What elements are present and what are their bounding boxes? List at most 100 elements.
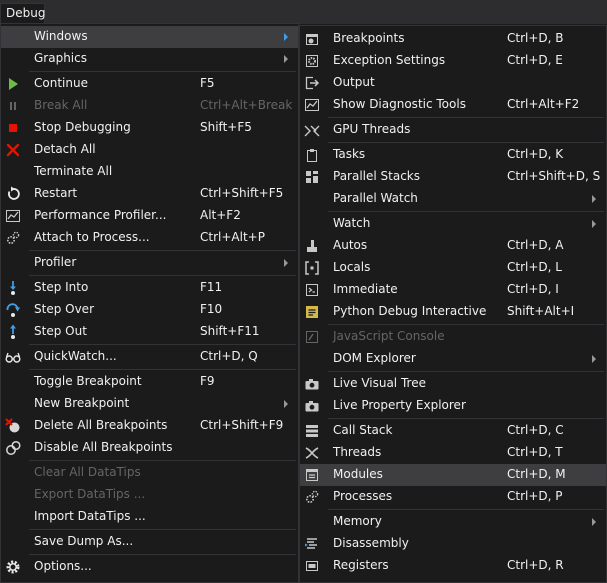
menu-item-processes[interactable]: Processes Ctrl+D, P	[300, 486, 606, 508]
menu-item-delete-all-breakpoints[interactable]: Delete All Breakpoints Ctrl+Shift+F9	[1, 415, 298, 437]
menu-item-parallel-stacks[interactable]: Parallel Stacks Ctrl+Shift+D, S	[300, 166, 606, 188]
menu-item-graphics[interactable]: Graphics	[1, 48, 298, 70]
menu-item-label: Step Over	[34, 302, 94, 316]
locals-icon	[304, 260, 320, 276]
menu-item-tasks[interactable]: Tasks Ctrl+D, K	[300, 144, 606, 166]
menu-item-export-datatips[interactable]: Export DataTips ...	[1, 484, 298, 506]
menu-item-label: Live Property Explorer	[333, 398, 466, 412]
shortcut-label: Ctrl+D, T	[507, 445, 563, 459]
output-icon	[304, 75, 320, 91]
menu-item-label: Output	[333, 75, 375, 89]
camera-icon	[304, 398, 320, 414]
menu-separator	[29, 369, 296, 370]
menu-item-memory[interactable]: Memory	[300, 511, 606, 533]
menu-item-breakpoints[interactable]: Breakpoints Ctrl+D, B	[300, 28, 606, 50]
menu-item-quickwatch[interactable]: QuickWatch... Ctrl+D, Q	[1, 346, 298, 368]
menu-item-threads[interactable]: Threads Ctrl+D, T	[300, 442, 606, 464]
call-stack-icon	[304, 423, 320, 439]
menu-item-step-into[interactable]: Step Into F11	[1, 277, 298, 299]
menu-separator	[29, 250, 296, 251]
debug-menu: Windows Graphics Continue F5 Break All C…	[0, 23, 299, 583]
attach-gears-icon	[5, 230, 21, 246]
menu-item-javascript-console[interactable]: JavaScript Console	[300, 326, 606, 348]
menu-item-label: Exception Settings	[333, 53, 446, 67]
menu-item-import-datatips[interactable]: Import DataTips ...	[1, 506, 298, 528]
menu-item-label: Delete All Breakpoints	[34, 418, 168, 432]
shortcut-label: Ctrl+Shift+D, S	[507, 169, 601, 183]
shortcut-label: Shift+F5	[200, 120, 252, 134]
menu-item-label: Break All	[34, 98, 88, 112]
menu-item-profiler[interactable]: Profiler	[1, 252, 298, 274]
submenu-arrow-icon	[592, 518, 596, 526]
menu-item-new-breakpoint[interactable]: New Breakpoint	[1, 393, 298, 415]
menu-item-label: Call Stack	[333, 423, 393, 437]
menu-item-label: Step Into	[34, 280, 89, 294]
menu-item-label: Registers	[333, 558, 389, 572]
menu-debug[interactable]: Debug	[0, 3, 45, 24]
menu-item-options[interactable]: Options...	[1, 556, 298, 578]
menu-item-live-visual-tree[interactable]: Live Visual Tree	[300, 373, 606, 395]
menu-item-gpu-threads[interactable]: GPU Threads	[300, 119, 606, 141]
shortcut-label: Ctrl+D, P	[507, 489, 563, 503]
menu-item-toggle-breakpoint[interactable]: Toggle Breakpoint F9	[1, 371, 298, 393]
menu-item-step-out[interactable]: Step Out Shift+F11	[1, 321, 298, 343]
menu-item-label: Tasks	[333, 147, 366, 161]
menu-item-disassembly[interactable]: Disassembly	[300, 533, 606, 555]
exception-settings-icon	[304, 53, 320, 69]
menu-item-label: Profiler	[34, 255, 77, 269]
menu-item-live-property-explorer[interactable]: Live Property Explorer	[300, 395, 606, 417]
menu-item-label: Modules	[333, 467, 383, 481]
menu-item-output[interactable]: Output	[300, 72, 606, 94]
menu-item-label: Windows	[34, 29, 88, 43]
menu-item-autos[interactable]: Autos Ctrl+D, A	[300, 235, 606, 257]
menu-item-terminate-all[interactable]: Terminate All	[1, 161, 298, 183]
menu-item-windows[interactable]: Windows	[1, 26, 298, 48]
disable-breakpoints-icon	[5, 440, 21, 456]
menu-item-label: Terminate All	[34, 164, 113, 178]
shortcut-label: F9	[200, 374, 215, 388]
menu-item-label: Autos	[333, 238, 368, 252]
menu-separator	[29, 344, 296, 345]
menu-item-label: Export DataTips ...	[34, 487, 146, 501]
menu-item-modules[interactable]: Modules Ctrl+D, M	[300, 464, 606, 486]
menu-item-label: Clear All DataTips	[34, 465, 141, 479]
menu-item-attach-to-process[interactable]: Attach to Process... Ctrl+Alt+P	[1, 227, 298, 249]
submenu-arrow-icon	[284, 259, 288, 267]
menu-separator	[328, 142, 604, 143]
python-interactive-icon	[304, 304, 320, 320]
menu-item-break-all[interactable]: Break All Ctrl+Alt+Break	[1, 95, 298, 117]
menu-item-watch[interactable]: Watch	[300, 213, 606, 235]
menu-item-python-debug-interactive[interactable]: Python Debug Interactive Shift+Alt+I	[300, 301, 606, 323]
menu-item-stop-debugging[interactable]: Stop Debugging Shift+F5	[1, 117, 298, 139]
menu-item-detach-all[interactable]: Detach All	[1, 139, 298, 161]
menu-item-dom-explorer[interactable]: DOM Explorer	[300, 348, 606, 370]
menu-item-step-over[interactable]: Step Over F10	[1, 299, 298, 321]
menu-item-restart[interactable]: Restart Ctrl+Shift+F5	[1, 183, 298, 205]
submenu-arrow-icon	[592, 220, 596, 228]
shortcut-label: F11	[200, 280, 223, 294]
menu-item-show-diagnostic-tools[interactable]: Show Diagnostic Tools Ctrl+Alt+F2	[300, 94, 606, 116]
menu-item-disable-all-breakpoints[interactable]: Disable All Breakpoints	[1, 437, 298, 459]
shortcut-label: Ctrl+D, M	[507, 467, 566, 481]
menu-item-label: JavaScript Console	[333, 329, 445, 343]
menu-item-performance-profiler[interactable]: Performance Profiler... Alt+F2	[1, 205, 298, 227]
menu-item-label: Graphics	[34, 51, 87, 65]
autos-icon	[304, 238, 320, 254]
menu-item-exception-settings[interactable]: Exception Settings Ctrl+D, E	[300, 50, 606, 72]
step-out-icon	[5, 324, 21, 340]
menu-item-save-dump-as[interactable]: Save Dump As...	[1, 531, 298, 553]
camera-icon	[304, 376, 320, 392]
menu-item-label: Python Debug Interactive	[333, 304, 487, 318]
menu-item-registers[interactable]: Registers Ctrl+D, R	[300, 555, 606, 577]
menu-item-clear-all-datatips[interactable]: Clear All DataTips	[1, 462, 298, 484]
menu-item-call-stack[interactable]: Call Stack Ctrl+D, C	[300, 420, 606, 442]
menu-item-label: GPU Threads	[333, 122, 411, 136]
submenu-arrow-icon	[284, 400, 288, 408]
menu-item-continue[interactable]: Continue F5	[1, 73, 298, 95]
menu-item-immediate[interactable]: Immediate Ctrl+D, I	[300, 279, 606, 301]
menu-item-locals[interactable]: Locals Ctrl+D, L	[300, 257, 606, 279]
menu-item-label: Live Visual Tree	[333, 376, 426, 390]
menu-item-parallel-watch[interactable]: Parallel Watch	[300, 188, 606, 210]
menu-separator	[29, 275, 296, 276]
menu-item-label: Disable All Breakpoints	[34, 440, 173, 454]
